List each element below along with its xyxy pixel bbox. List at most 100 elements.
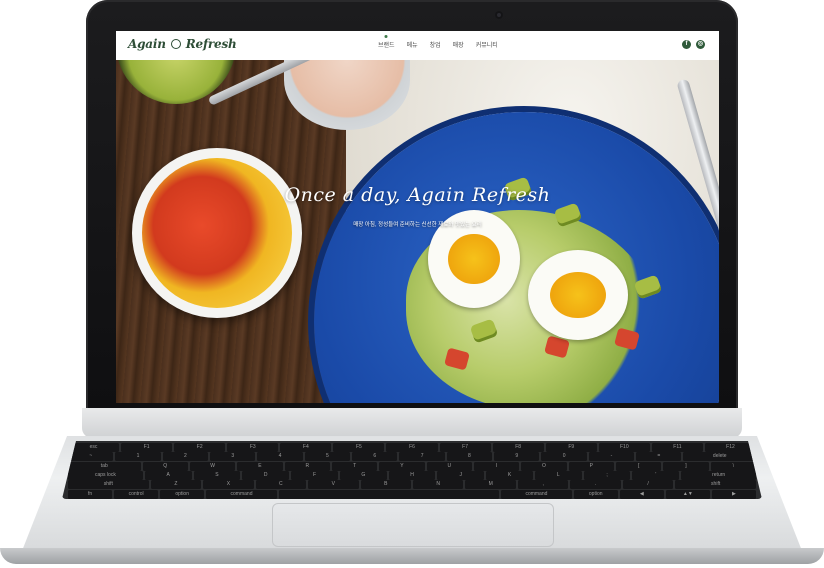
egg-image xyxy=(528,250,628,340)
nav-item-brand[interactable]: 브랜드 xyxy=(378,40,395,49)
keyboard-key[interactable]: F2 xyxy=(174,443,226,452)
laptop-front-edge xyxy=(0,548,824,564)
keyboard-key[interactable]: 7 xyxy=(399,452,445,462)
keyboard-key[interactable]: F6 xyxy=(386,443,438,452)
logo-text-left: Again xyxy=(128,37,166,51)
keyboard-key[interactable]: 6 xyxy=(352,452,398,462)
nav-item-community[interactable]: 커뮤니티 xyxy=(476,40,498,49)
keyboard-key[interactable]: 5 xyxy=(304,452,351,462)
keyboard-key[interactable]: F10 xyxy=(598,443,650,452)
keyboard-key[interactable]: ▲▼ xyxy=(665,489,710,499)
keyboard-key[interactable]: / xyxy=(622,480,674,490)
keyboard-key[interactable]: 9 xyxy=(494,452,540,462)
keyboard-row: shift Z X C V B N M,. / shift xyxy=(62,480,762,490)
tomato-bowl-image xyxy=(132,148,302,318)
keyboard-key[interactable]: command xyxy=(501,489,572,499)
main-nav: 브랜드 메뉴 창업 매장 커뮤니티 xyxy=(378,40,498,49)
keyboard-key[interactable]: , xyxy=(517,480,569,490)
keyboard-key[interactable]: 2 xyxy=(162,452,209,462)
keyboard-key[interactable]: F11 xyxy=(651,443,703,452)
keyboard-key[interactable]: - xyxy=(588,452,635,462)
keyboard-key[interactable]: tab xyxy=(68,461,141,471)
facebook-icon[interactable]: f xyxy=(682,40,691,49)
keyboard-key[interactable]: V xyxy=(308,480,359,490)
keyboard-key[interactable]: 4 xyxy=(257,452,303,462)
keyboard-key[interactable]: I xyxy=(473,461,520,471)
keyboard-key[interactable]: F1 xyxy=(121,443,173,452)
keyboard-key[interactable]: ] xyxy=(663,461,709,471)
laptop-screen: Again Refresh 브랜드 메뉴 창업 매장 커뮤니티 f ◎ Once… xyxy=(116,31,719,403)
keyboard-key[interactable]: A xyxy=(144,470,192,480)
keyboard-key[interactable]: 8 xyxy=(446,452,493,462)
keyboard-key[interactable]: return xyxy=(681,470,757,480)
keyboard-row: fn control option command command option ◀ ▲▼ ▶ xyxy=(62,489,762,499)
keyboard-key[interactable]: ~ xyxy=(68,452,114,462)
keyboard-key[interactable]: F5 xyxy=(333,443,385,452)
keyboard-key[interactable]: 1 xyxy=(115,452,161,462)
keyboard-key[interactable]: F9 xyxy=(545,443,597,452)
keyboard-row: caps lock A S D F G H J K L; ' return xyxy=(62,470,762,480)
keyboard-key[interactable]: [ xyxy=(615,461,662,471)
keyboard-key[interactable]: E xyxy=(237,461,283,471)
laptop-trackpad xyxy=(272,503,554,547)
keyboard-key[interactable]: = xyxy=(636,452,682,462)
keyboard-key[interactable]: ▶ xyxy=(711,489,756,499)
keyboard-key[interactable]: C xyxy=(255,480,307,490)
keyboard-key[interactable]: U xyxy=(426,461,472,471)
keyboard-key[interactable]: shift xyxy=(675,480,756,490)
keyboard-key[interactable]: G xyxy=(339,470,387,480)
keyboard-key[interactable]: 3 xyxy=(210,452,256,462)
keyboard-row: ~1 2 3 4 5 6 7 8 9 0- = delete xyxy=(62,452,762,462)
keyboard-key[interactable]: delete xyxy=(683,452,757,462)
keyboard-key[interactable]: R xyxy=(284,461,330,471)
keyboard-key[interactable]: F3 xyxy=(227,443,279,452)
logo-text-right: Refresh xyxy=(185,37,237,51)
nav-item-stores[interactable]: 매장 xyxy=(453,40,464,49)
hero-title: Once a day, Again Refresh xyxy=(284,184,551,206)
keyboard-key[interactable]: O xyxy=(521,461,567,471)
keyboard-key[interactable]: M xyxy=(465,480,516,490)
keyboard-key[interactable]: caps lock xyxy=(68,470,143,480)
keyboard-key[interactable]: fn xyxy=(68,489,113,499)
site-logo[interactable]: Again Refresh xyxy=(128,37,237,51)
keyboard-key[interactable]: option xyxy=(573,489,618,499)
keyboard-key[interactable]: 0 xyxy=(541,452,587,462)
keyboard-key[interactable]: \ xyxy=(710,461,757,471)
keyboard-key[interactable]: ; xyxy=(583,470,631,480)
keyboard-key[interactable]: F xyxy=(291,470,338,480)
hero-text: Once a day, Again Refresh 매장 아침, 정성들여 준비… xyxy=(116,184,719,228)
keyboard-key[interactable]: control xyxy=(114,489,159,499)
keyboard-key[interactable]: F8 xyxy=(492,443,544,452)
anchor-icon xyxy=(170,39,181,49)
keyboard-key[interactable]: F12 xyxy=(704,443,757,452)
keyboard-key[interactable] xyxy=(278,489,500,499)
keyboard-key[interactable]: N xyxy=(413,480,464,490)
instagram-icon[interactable]: ◎ xyxy=(696,40,705,49)
keyboard-key[interactable]: K xyxy=(486,470,533,480)
keyboard-key[interactable]: X xyxy=(203,480,254,490)
keyboard-key[interactable]: ◀ xyxy=(619,489,664,499)
keyboard-key[interactable]: esc xyxy=(68,443,120,452)
keyboard-key[interactable]: P xyxy=(568,461,614,471)
keyboard-key[interactable]: option xyxy=(160,489,205,499)
keyboard-key[interactable]: J xyxy=(437,470,485,480)
keyboard-key[interactable]: H xyxy=(388,470,436,480)
keyboard-key[interactable]: D xyxy=(242,470,290,480)
keyboard-key[interactable]: Y xyxy=(379,461,425,471)
nav-item-franchise[interactable]: 창업 xyxy=(430,40,441,49)
keyboard-key[interactable]: command xyxy=(206,489,277,499)
keyboard-key[interactable]: T xyxy=(331,461,378,471)
keyboard-key[interactable]: F4 xyxy=(280,443,332,452)
keyboard-key[interactable]: ' xyxy=(632,470,680,480)
keyboard-key[interactable]: shift xyxy=(68,480,149,490)
keyboard-key[interactable]: . xyxy=(570,480,621,490)
keyboard-key[interactable]: F7 xyxy=(439,443,491,452)
laptop-keyboard: esc F1 F2 F3 F4 F5 F6 F7 F8 F9 F10 F11 F12 ~1 2 3 4 5 6 7 8 9… xyxy=(62,441,762,499)
nav-item-menu[interactable]: 메뉴 xyxy=(407,40,418,49)
keyboard-key[interactable]: Z xyxy=(150,480,202,490)
keyboard-key[interactable]: B xyxy=(360,480,411,490)
keyboard-key[interactable]: L xyxy=(534,470,582,480)
keyboard-key[interactable]: W xyxy=(189,461,236,471)
keyboard-key[interactable]: Q xyxy=(142,461,188,471)
keyboard-key[interactable]: S xyxy=(193,470,241,480)
